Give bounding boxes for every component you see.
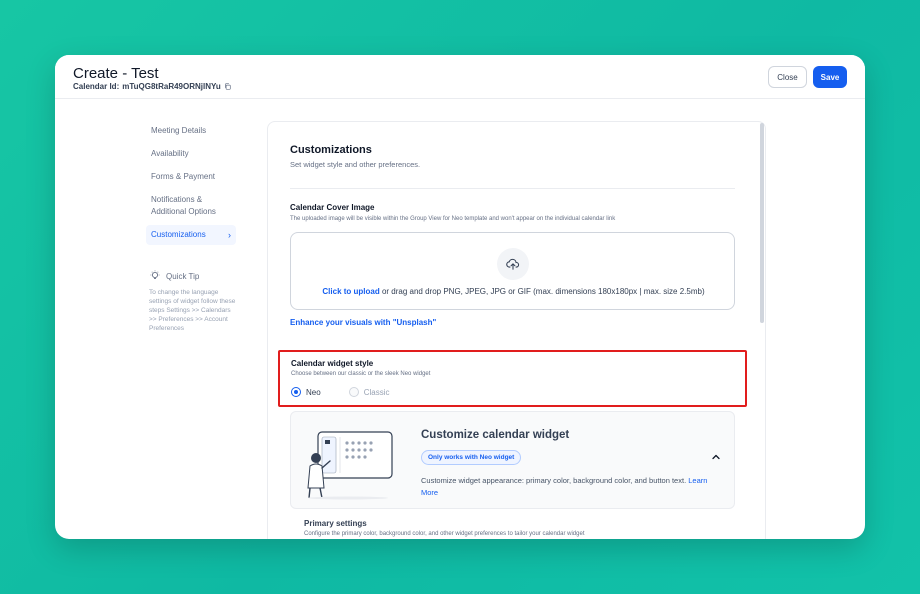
widget-illustration (307, 431, 393, 500)
calendar-id-label: Calendar Id: (73, 82, 120, 91)
upload-dropzone[interactable]: Click to upload or drag and drop PNG, JP… (290, 232, 735, 310)
neo-only-badge: Only works with Neo widget (421, 450, 522, 465)
settings-sidebar: Meeting Details Availability Forms & Pay… (146, 121, 236, 248)
sidebar-item-label: Customizations (151, 230, 206, 239)
click-to-upload-link[interactable]: Click to upload (322, 287, 379, 296)
sidebar-item-availability[interactable]: Availability (146, 144, 236, 164)
divider (290, 188, 735, 189)
sidebar-item-label: Availability (151, 149, 189, 158)
sidebar-item-customizations[interactable]: Customizations › (146, 225, 236, 245)
sidebar-item-forms-payment[interactable]: Forms & Payment (146, 167, 236, 187)
primary-settings-description: Configure the primary color, background … (304, 531, 585, 537)
close-button[interactable]: Close (768, 66, 807, 88)
sidebar-item-notifications[interactable]: Notifications & Additional Options (146, 190, 236, 222)
modal-header: Create - Test Calendar Id: mTuQG8tRaR49O… (55, 55, 865, 99)
sidebar-item-label: Forms & Payment (151, 172, 216, 181)
customize-widget-card[interactable]: Customize calendar widget Only works wit… (290, 411, 735, 509)
chevron-up-icon[interactable] (711, 452, 721, 462)
panel-scrollbar[interactable] (760, 123, 764, 323)
copy-icon[interactable] (224, 83, 231, 90)
radio-neo-indicator[interactable] (291, 387, 301, 397)
quick-tip-body: To change the language settings of widge… (149, 289, 236, 332)
quick-tip-header: Quick Tip (149, 270, 239, 282)
sidebar-item-label: Notifications & Additional Options (151, 195, 216, 216)
section-title: Customizations (290, 144, 372, 156)
calendar-id-value: mTuQG8tRaR49ORNjlNYu (122, 82, 221, 91)
sidebar-item-meeting-details[interactable]: Meeting Details (146, 121, 236, 141)
chevron-right-icon: › (228, 230, 231, 240)
widget-style-title: Calendar widget style (291, 359, 374, 368)
unsplash-link[interactable]: Enhance your visuals with "Unsplash" (290, 318, 436, 327)
section-subtitle: Set widget style and other preferences. (290, 160, 421, 169)
primary-settings-title: Primary settings (304, 519, 367, 528)
save-button[interactable]: Save (813, 66, 847, 88)
radio-classic-indicator[interactable] (348, 387, 359, 397)
quick-tip-title: Quick Tip (166, 271, 200, 281)
radio-classic-label: Classic (363, 387, 390, 397)
widget-style-options: Neo Classic (291, 387, 389, 397)
upload-cloud-icon (497, 248, 529, 280)
cover-image-description: The uploaded image will be visible withi… (290, 216, 616, 222)
page-title: Create - Test (73, 65, 159, 82)
upload-hint: or drag and drop PNG, JPEG, JPG or GIF (… (379, 287, 705, 296)
customize-widget-text: Customize widget appearance: primary col… (421, 476, 687, 485)
customize-widget-title: Customize calendar widget (421, 429, 570, 441)
radio-classic[interactable]: Classic (348, 387, 390, 397)
customize-widget-description: Customize widget appearance: primary col… (421, 475, 711, 499)
radio-neo-label: Neo (306, 387, 321, 397)
calendar-id: Calendar Id: mTuQG8tRaR49ORNjlNYu (73, 82, 231, 91)
upload-instructions: Click to upload or drag and drop PNG, JP… (291, 287, 736, 296)
widget-style-section: Calendar widget style Choose between our… (278, 350, 747, 407)
modal-window: Create - Test Calendar Id: mTuQG8tRaR49O… (55, 55, 865, 539)
sidebar-item-label: Meeting Details (151, 126, 207, 135)
widget-style-description: Choose between our classic or the sleek … (291, 371, 431, 377)
quick-tip: Quick Tip To change the language setting… (149, 270, 239, 333)
lightbulb-icon (150, 270, 160, 279)
customizations-panel: Customizations Set widget style and othe… (267, 121, 766, 539)
radio-neo[interactable]: Neo (291, 387, 321, 397)
cover-image-title: Calendar Cover Image (290, 203, 375, 212)
